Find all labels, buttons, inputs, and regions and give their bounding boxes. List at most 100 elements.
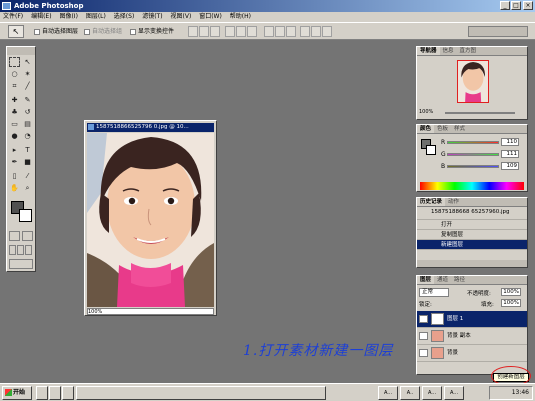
tab-color[interactable]: 颜色 [417,125,435,133]
menu-select[interactable]: 选择(S) [111,12,138,22]
layer-row-background-copy[interactable]: 背景 副本 [417,328,527,345]
screen-mode-1-icon[interactable] [9,245,16,255]
hand-icon[interactable]: ✋ [9,183,20,193]
auto-select-layer-checkbox[interactable] [34,28,40,35]
auto-select-group-option[interactable]: 自动选择组 [84,28,122,36]
close-button[interactable]: × [523,1,533,10]
taskbar-app-buttons[interactable] [76,386,326,400]
quicklaunch-icon-1[interactable] [36,386,48,400]
visibility-eye-icon[interactable] [419,332,428,340]
menu-view[interactable]: 视图(V) [168,12,195,22]
crop-icon[interactable]: ⌗ [9,81,20,91]
dodge-icon[interactable]: ◔ [22,131,33,141]
path-select-icon[interactable]: ▸ [9,145,20,155]
history-brush-icon[interactable]: ↺ [22,107,33,117]
background-color-swatch[interactable] [19,209,32,222]
distribute-hcenter-icon[interactable] [311,26,321,37]
toolbox-header[interactable] [7,47,35,55]
color-b-slider[interactable] [447,165,499,168]
auto-select-group-checkbox[interactable] [84,28,90,35]
taskbar-button-4[interactable]: A... [444,386,464,400]
tab-paths[interactable]: 路径 [451,276,468,284]
fill-input[interactable]: 100% [501,299,521,307]
opacity-input[interactable]: 100% [501,288,521,296]
menu-edit[interactable]: 编辑(E) [28,12,54,22]
standard-mode-icon[interactable] [9,231,20,241]
move-icon[interactable]: ↖ [22,57,33,67]
menu-help[interactable]: 帮助(H) [227,12,254,22]
auto-select-layer-option[interactable]: 自动选择图层 [34,28,78,36]
document-window[interactable]: 1587518866525796 0.jpg @ 10... 100% [84,120,217,316]
slice-icon[interactable]: ╱ [22,81,33,91]
visibility-eye-icon[interactable] [419,315,428,323]
quicklaunch-icon-2[interactable] [49,386,61,400]
align-vcenter-icon[interactable] [199,26,209,37]
brush-icon[interactable]: ✎ [22,95,33,105]
healing-brush-icon[interactable]: ✚ [9,95,20,105]
eraser-icon[interactable]: ▭ [9,119,20,129]
menu-file[interactable]: 文件(F) [0,12,26,22]
move-tool-preset-icon[interactable]: ↖ [8,25,24,38]
align-top-icon[interactable] [188,26,198,37]
document-zoom[interactable]: 100% [88,309,102,315]
distribute-bottom-icon[interactable] [286,26,296,37]
history-item-duplicate-layer[interactable]: 复制图层 [417,230,527,240]
magic-wand-icon[interactable]: ✶ [22,69,33,79]
color-background-swatch[interactable] [426,145,436,155]
tab-layers[interactable]: 图层 [417,276,435,284]
visibility-eye-icon[interactable] [419,349,428,357]
lasso-icon[interactable]: ○ [9,69,20,79]
marquee-icon[interactable] [9,57,20,67]
shape-icon[interactable]: ■ [22,157,33,167]
type-icon[interactable]: T [22,145,33,155]
color-g-value[interactable]: 111 [501,150,519,158]
menu-window[interactable]: 窗口(W) [196,12,225,22]
distribute-vcenter-icon[interactable] [275,26,285,37]
tab-info[interactable]: 信息 [440,47,457,55]
gradient-icon[interactable]: ▤ [22,119,33,129]
distribute-right-icon[interactable] [322,26,332,37]
navigator-zoom-slider[interactable] [445,112,515,114]
layer-row-layer-1[interactable]: 图层 1 [417,311,527,328]
tab-styles[interactable]: 样式 [451,125,468,133]
color-r-slider[interactable] [447,141,499,144]
maximize-button[interactable]: □ [511,1,521,10]
menu-image[interactable]: 图像(I) [56,12,80,22]
quicklaunch-icon-3[interactable] [62,386,74,400]
show-bounding-box-option[interactable]: 显示变换控件 [130,28,174,36]
color-spectrum-bar[interactable] [420,182,524,190]
portrait-photo[interactable] [87,133,214,307]
blend-mode-select[interactable]: 正常 [419,288,449,297]
history-snapshot[interactable]: 15875188668 65257960.jpg [417,207,527,220]
navigator-zoom[interactable]: 100% [419,109,433,115]
tab-history[interactable]: 历史记录 [417,198,446,206]
menu-layer[interactable]: 图层(L) [83,12,109,22]
taskbar-button-2[interactable]: A.. [400,386,420,400]
jump-to-imageready-icon[interactable] [9,259,33,269]
align-right-icon[interactable] [247,26,257,37]
align-bottom-icon[interactable] [210,26,220,37]
clone-stamp-icon[interactable]: ♣ [9,107,20,117]
layer-row-background[interactable]: 背景 [417,345,527,362]
blur-icon[interactable]: ● [9,131,20,141]
align-hcenter-icon[interactable] [236,26,246,37]
distribute-left-icon[interactable] [300,26,310,37]
tab-swatches[interactable]: 色板 [434,125,451,133]
screen-mode-3-icon[interactable] [25,245,32,255]
eyedropper-icon[interactable]: ⁄ [22,171,33,181]
color-g-slider[interactable] [447,153,499,156]
screen-mode-2-icon[interactable] [17,245,24,255]
distribute-top-icon[interactable] [264,26,274,37]
menu-filter[interactable]: 滤镜(T) [139,12,165,22]
taskbar-button-3[interactable]: A... [422,386,442,400]
color-b-value[interactable]: 109 [501,162,519,170]
zoom-icon[interactable]: ⌕ [22,183,33,193]
taskbar-button-1[interactable]: A... [378,386,398,400]
tab-navigator[interactable]: 导航器 [417,47,440,55]
document-title-bar[interactable]: 1587518866525796 0.jpg @ 10... [87,123,214,132]
navigator-thumbnail[interactable] [457,60,489,103]
minimize-button[interactable]: _ [500,1,510,10]
history-item-open[interactable]: 打开 [417,220,527,230]
tab-histogram[interactable]: 直方图 [457,47,480,55]
align-left-icon[interactable] [225,26,235,37]
